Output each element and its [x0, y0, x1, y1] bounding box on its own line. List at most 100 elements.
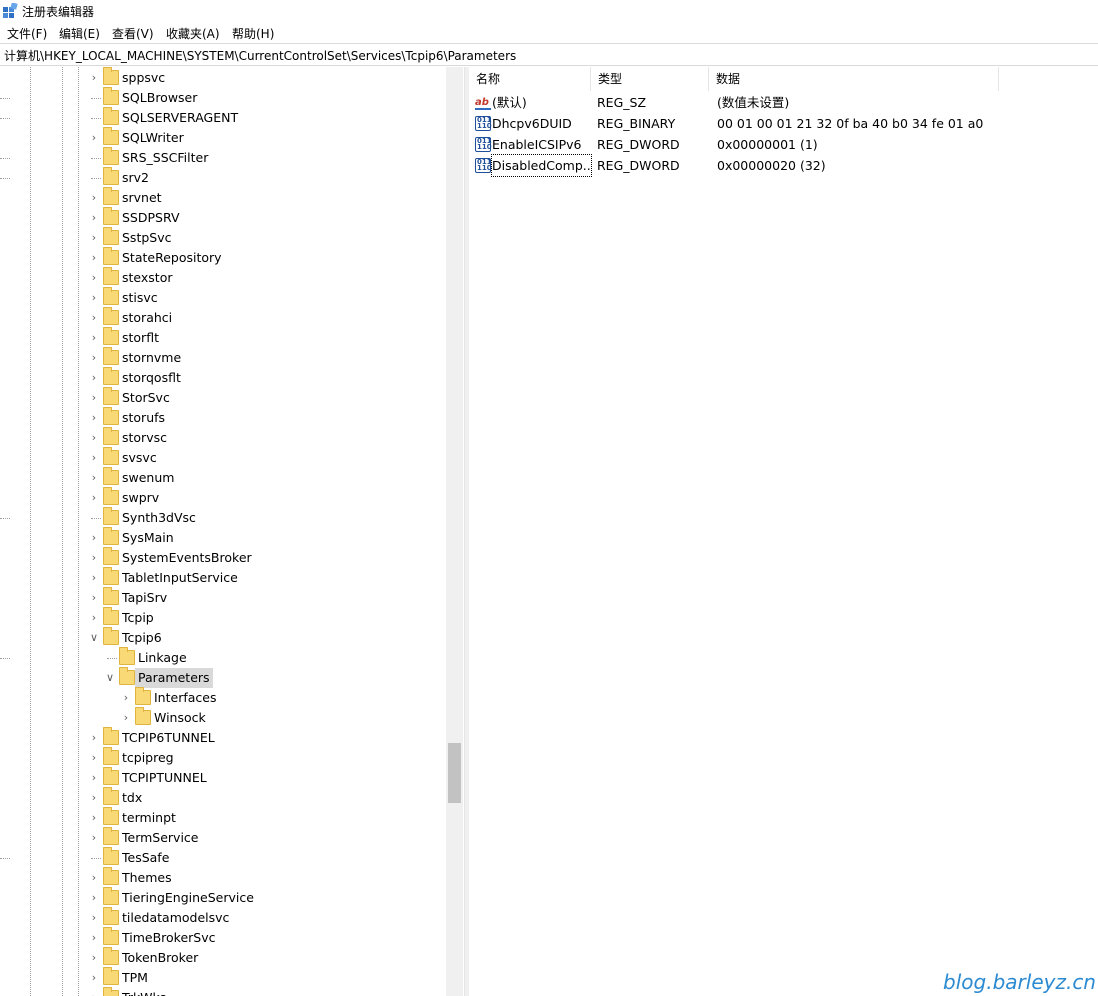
chevron-right-icon[interactable]: › — [86, 608, 102, 628]
chevron-right-icon[interactable]: › — [86, 288, 102, 308]
tree-item[interactable]: › storqosflt — [0, 367, 446, 388]
tree-item-label[interactable]: Synth3dVsc — [119, 508, 199, 528]
tree-item-label[interactable]: Parameters — [135, 668, 213, 688]
tree-item[interactable]: › SstpSvc — [0, 227, 446, 248]
tree-item[interactable]: › SysMain — [0, 527, 446, 548]
tree-item[interactable]: › TapiSrv — [0, 587, 446, 608]
chevron-right-icon[interactable]: › — [86, 968, 102, 988]
chevron-right-icon[interactable]: › — [86, 308, 102, 328]
tree-item-label[interactable]: storufs — [119, 408, 168, 428]
tree-item[interactable]: › storahci — [0, 307, 446, 328]
chevron-right-icon[interactable]: › — [86, 468, 102, 488]
tree-item-label[interactable]: srv2 — [119, 168, 152, 188]
tree-item-label[interactable]: SQLBrowser — [119, 88, 200, 108]
tree-item[interactable]: › TrkWks — [0, 987, 446, 996]
value-row[interactable]: ab (默认) REG_SZ (数值未设置) — [469, 92, 1098, 113]
tree-item[interactable]: › TCPIPTUNNEL — [0, 767, 446, 788]
tree-item-label[interactable]: TPM — [119, 968, 151, 988]
tree-item-label[interactable]: TimeBrokerSvc — [119, 928, 219, 948]
tree-item-label[interactable]: tiledatamodelsvc — [119, 908, 232, 928]
menu-help[interactable]: 帮助(H) — [232, 25, 274, 42]
chevron-right-icon[interactable]: › — [86, 228, 102, 248]
tree-item-label[interactable]: storvsc — [119, 428, 170, 448]
tree-item-label[interactable]: TermService — [119, 828, 202, 848]
tree-item-label[interactable]: SSDPSRV — [119, 208, 183, 228]
tree-item-label[interactable]: SRS_SSCFilter — [119, 148, 211, 168]
value-name[interactable]: Dhcpv6DUID — [492, 113, 591, 134]
tree-item[interactable]: › Interfaces — [0, 687, 446, 708]
tree-item[interactable]: › tiledatamodelsvc — [0, 907, 446, 928]
tree-item-label[interactable]: stexstor — [119, 268, 175, 288]
address-path[interactable]: 计算机\HKEY_LOCAL_MACHINE\SYSTEM\CurrentCon… — [4, 47, 516, 64]
value-row[interactable]: 011 110 EnableICSIPv6 REG_DWORD 0x00000001 … — [469, 134, 1098, 155]
menu-file[interactable]: 文件(F) — [7, 25, 47, 42]
chevron-down-icon[interactable]: ∨ — [86, 628, 102, 648]
chevron-right-icon[interactable]: › — [86, 928, 102, 948]
chevron-right-icon[interactable]: › — [86, 268, 102, 288]
tree-item-label[interactable]: SstpSvc — [119, 228, 175, 248]
tree-item-label[interactable]: storqosflt — [119, 368, 184, 388]
chevron-right-icon[interactable]: › — [86, 888, 102, 908]
column-header-data[interactable]: 数据 — [709, 67, 999, 91]
tree-item-label[interactable]: swprv — [119, 488, 162, 508]
tree-item[interactable]: › stornvme — [0, 347, 446, 368]
tree-item-label[interactable]: stisvc — [119, 288, 161, 308]
tree-item[interactable]: SQLBrowser — [0, 87, 446, 108]
tree-item[interactable]: › TimeBrokerSvc — [0, 927, 446, 948]
tree-item[interactable]: › TabletInputService — [0, 567, 446, 588]
column-header-name[interactable]: 名称 — [469, 67, 591, 91]
value-row[interactable]: 011 110 Dhcpv6DUID REG_BINARY 00 01 00 01 2… — [469, 113, 1098, 134]
chevron-right-icon[interactable]: › — [86, 788, 102, 808]
chevron-right-icon[interactable]: › — [86, 368, 102, 388]
tree-item-label[interactable]: Winsock — [151, 708, 209, 728]
tree-item[interactable]: › tdx — [0, 787, 446, 808]
tree-item-label[interactable]: tcpipreg — [119, 748, 177, 768]
chevron-right-icon[interactable]: › — [86, 348, 102, 368]
chevron-right-icon[interactable]: › — [86, 248, 102, 268]
tree-item[interactable]: TesSafe — [0, 847, 446, 868]
chevron-right-icon[interactable]: › — [86, 768, 102, 788]
tree-item-label[interactable]: SQLSERVERAGENT — [119, 108, 241, 128]
tree-item-label[interactable]: Tcpip — [119, 608, 157, 628]
tree-item-label[interactable]: srvnet — [119, 188, 165, 208]
chevron-right-icon[interactable]: › — [118, 708, 134, 728]
tree-item[interactable]: › TokenBroker — [0, 947, 446, 968]
tree-item[interactable]: › storflt — [0, 327, 446, 348]
chevron-right-icon[interactable]: › — [86, 428, 102, 448]
tree-item[interactable]: › tcpipreg — [0, 747, 446, 768]
tree-item[interactable]: › TCPIP6TUNNEL — [0, 727, 446, 748]
chevron-right-icon[interactable]: › — [86, 868, 102, 888]
value-name[interactable]: EnableICSIPv6 — [492, 134, 591, 155]
tree-item-label[interactable]: StorSvc — [119, 388, 173, 408]
tree-item[interactable]: › Tcpip — [0, 607, 446, 628]
tree-item[interactable]: SRS_SSCFilter — [0, 147, 446, 168]
tree-item-label[interactable]: TCPIPTUNNEL — [119, 768, 210, 788]
tree-item[interactable]: › StorSvc — [0, 387, 446, 408]
chevron-down-icon[interactable]: ∨ — [102, 668, 118, 688]
tree-item-label[interactable]: SQLWriter — [119, 128, 187, 148]
menu-view[interactable]: 查看(V) — [112, 25, 154, 42]
chevron-right-icon[interactable]: › — [86, 328, 102, 348]
tree-item[interactable]: › stisvc — [0, 287, 446, 308]
tree-item[interactable]: › swenum — [0, 467, 446, 488]
tree-item[interactable]: › TieringEngineService — [0, 887, 446, 908]
value-name[interactable]: (默认) — [492, 92, 591, 113]
tree-item[interactable]: ∨ Parameters — [0, 667, 446, 688]
tree-item-label[interactable]: terminpt — [119, 808, 179, 828]
tree-item-label[interactable]: svsvc — [119, 448, 160, 468]
tree-item[interactable]: › StateRepository — [0, 247, 446, 268]
chevron-right-icon[interactable]: › — [86, 748, 102, 768]
tree-scrollbar-thumb[interactable] — [448, 743, 461, 803]
chevron-right-icon[interactable]: › — [86, 988, 102, 996]
tree-item[interactable]: ∨ Tcpip6 — [0, 627, 446, 648]
tree-item[interactable]: › TPM — [0, 967, 446, 988]
chevron-right-icon[interactable]: › — [86, 828, 102, 848]
tree-item-label[interactable]: TesSafe — [119, 848, 172, 868]
tree-item[interactable]: › Themes — [0, 867, 446, 888]
tree-item[interactable]: Synth3dVsc — [0, 507, 446, 528]
value-row[interactable]: 011 110 DisabledComp... REG_DWORD 0x0000002… — [469, 154, 1098, 177]
chevron-right-icon[interactable]: › — [86, 528, 102, 548]
chevron-right-icon[interactable]: › — [86, 568, 102, 588]
tree-item[interactable]: › swprv — [0, 487, 446, 508]
chevron-right-icon[interactable]: › — [86, 808, 102, 828]
